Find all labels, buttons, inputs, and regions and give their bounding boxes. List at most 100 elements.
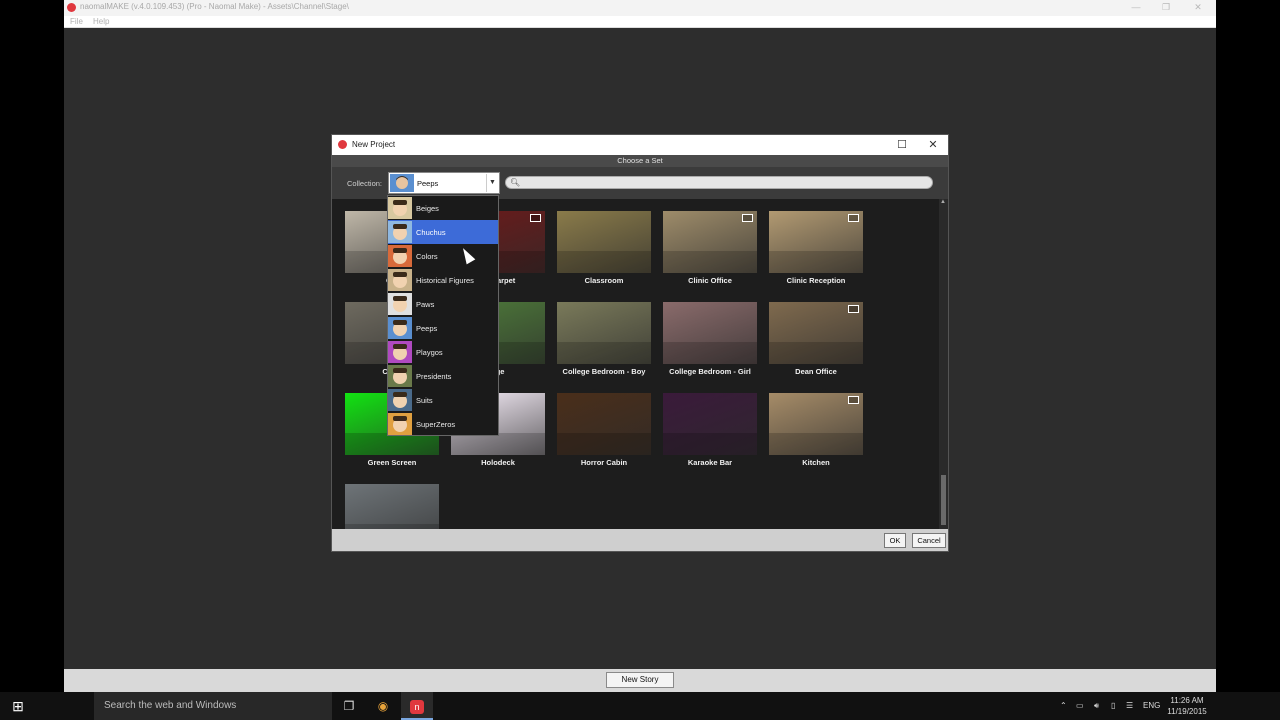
set-tile[interactable]: College Bedroom - Boy [557,302,651,376]
volume-icon[interactable]: 🔊︎ [1094,701,1099,711]
dropdown-item-label: SuperZeros [416,420,456,429]
set-tile[interactable] [345,484,439,529]
naomal-app-icon[interactable]: n [401,692,433,720]
dropdown-item[interactable]: Presidents [388,364,498,388]
set-thumbnail [769,393,863,455]
maximize-button[interactable]: ❐ [1156,2,1176,13]
tray-chevron-up-icon[interactable]: ⌃ [1060,701,1067,710]
set-thumbnail-floor [769,342,863,364]
dropdown-item-label: Beiges [416,204,439,213]
image-badge-icon [848,305,859,313]
taskbar-search[interactable]: Search the web and Windows [94,692,332,720]
set-tile[interactable]: Classroom [557,211,651,285]
dropdown-item-label: Suits [416,396,433,405]
collection-avatar-icon [388,269,412,291]
task-view-icon[interactable]: ❐ [333,692,365,720]
set-tile[interactable]: Clinic Office [663,211,757,285]
minimize-button[interactable]: — [1126,2,1146,12]
dropdown-item-label: Paws [416,300,435,309]
dialog-subtitle: Choose a Set [332,155,948,167]
dialog-title: New Project [352,140,396,149]
search-icon: 🔍︎ [510,178,521,187]
dropdown-item[interactable]: Beiges [388,196,498,220]
set-thumbnail [345,484,439,529]
chevron-down-icon[interactable]: ▼ [486,174,498,192]
set-label: Clinic Reception [786,276,846,285]
set-thumbnail [663,302,757,364]
set-label: Horror Cabin [580,458,628,467]
set-tile[interactable]: Karaoke Bar [663,393,757,467]
set-thumbnail [769,211,863,273]
dropdown-item-label: Historical Figures [416,276,474,285]
cancel-button[interactable]: Cancel [912,533,946,548]
image-badge-icon [742,214,753,222]
dropdown-item[interactable]: Historical Figures [388,268,498,292]
chrome-icon[interactable]: ◉ [367,692,399,720]
scroll-up-icon[interactable]: ▲ [940,199,946,205]
set-thumbnail [769,302,863,364]
clock[interactable]: 11:26 AM 11/19/2015 [1165,695,1209,717]
collection-label: Collection: [347,179,383,188]
set-label: Karaoke Bar [687,458,733,467]
set-thumbnail-floor [769,433,863,455]
bottom-bar: New Story [64,669,1216,692]
set-tile[interactable]: Horror Cabin [557,393,651,467]
collection-value: Peeps [417,179,439,188]
language-indicator[interactable]: ENG [1143,701,1160,710]
dropdown-item[interactable]: Peeps [388,316,498,340]
dialog-titlebar: New Project ☐ ✕ [332,135,948,155]
collection-dropdown: Beiges Chuchus Colors Historical Figures Paw… [387,195,499,436]
collection-avatar-icon [388,365,412,387]
set-tile[interactable]: Dean Office [769,302,863,376]
set-thumbnail-floor [557,433,651,455]
collection-select[interactable]: Peeps ▼ [388,172,500,194]
dropdown-item-label: Peeps [416,324,438,333]
set-thumbnail-floor [769,251,863,273]
notifications-icon[interactable]: ☰ [1126,701,1133,710]
taskbar-search-text: Search the web and Windows [104,700,237,711]
set-thumbnail-floor [557,251,651,273]
set-label: College Bedroom - Boy [562,367,646,376]
set-search-input[interactable]: 🔍︎ [505,176,933,189]
dropdown-item[interactable]: Colors [388,244,498,268]
dropdown-item-label: Presidents [416,372,452,381]
menu-file[interactable]: File [70,17,83,26]
dropdown-item[interactable]: Chuchus [388,220,498,244]
windows-start-icon[interactable]: ⊞ [0,692,36,720]
ok-button[interactable]: OK [884,533,906,548]
menu-help[interactable]: Help [93,17,109,26]
set-thumbnail [663,211,757,273]
app-logo-icon [67,3,76,12]
desktop: naomalMAKE (v.4.0.109.453) (Pro - Naomal… [0,0,1280,720]
new-story-button[interactable]: New Story [606,672,674,688]
image-badge-icon [530,214,541,222]
dropdown-item-label: Colors [416,252,438,261]
set-thumbnail [663,393,757,455]
set-tile[interactable]: College Bedroom - Girl [663,302,757,376]
set-label: Holodeck [481,458,515,467]
dialog-maximize-button[interactable]: ☐ [894,138,910,151]
dropdown-item-label: Chuchus [416,228,446,237]
set-label: Green Screen [367,458,417,467]
collection-avatar-icon [388,389,412,411]
set-tile[interactable]: Kitchen [769,393,863,467]
set-thumbnail [557,302,651,364]
set-tile[interactable]: Clinic Reception [769,211,863,285]
close-app-button[interactable]: ✕ [1188,2,1208,13]
app-titlebar: naomalMAKE (v.4.0.109.453) (Pro - Naomal… [64,0,1216,16]
scroll-thumb[interactable] [941,475,946,525]
dialog-footer: OK Cancel [332,529,948,551]
set-grid-scrollbar[interactable]: ▲ [939,199,948,529]
app-title: naomalMAKE (v.4.0.109.453) (Pro - Naomal… [80,2,349,11]
network-icon[interactable]: ▭ [1076,701,1084,710]
battery-icon[interactable]: ▯ [1111,701,1115,710]
set-thumbnail-floor [663,433,757,455]
collection-avatar-icon [388,413,412,435]
dropdown-item[interactable]: Playgos [388,340,498,364]
dropdown-item[interactable]: Paws [388,292,498,316]
dialog-close-button[interactable]: ✕ [925,138,941,151]
clock-time: 11:26 AM [1170,696,1204,705]
set-label: College Bedroom - Girl [669,367,751,376]
dropdown-item[interactable]: SuperZeros [388,412,498,436]
dropdown-item[interactable]: Suits [388,388,498,412]
